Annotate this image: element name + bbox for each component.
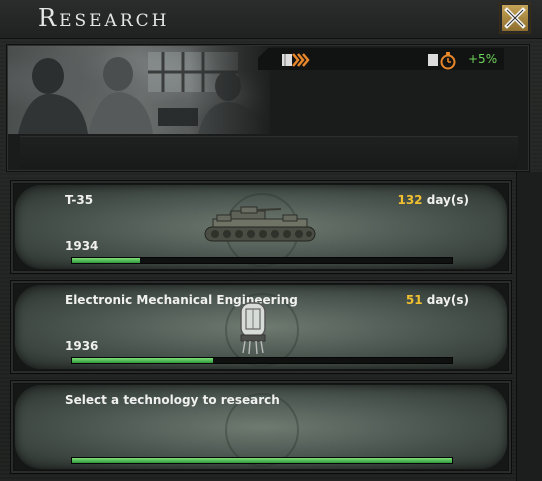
slot-days-number: 51 bbox=[405, 293, 423, 307]
slot-tech-year: 1936 bbox=[65, 339, 99, 353]
research-bonus-value: +5% bbox=[468, 52, 498, 66]
close-button[interactable] bbox=[499, 2, 531, 34]
slot-tech-name: T-35 bbox=[65, 193, 94, 207]
slot-days-remaining: 51 day(s) bbox=[406, 293, 469, 307]
slot-progress-bar bbox=[71, 257, 453, 264]
slot-progress-bar bbox=[71, 357, 453, 364]
slot-days-unit: day(s) bbox=[426, 193, 469, 207]
slot-progress-fill bbox=[72, 458, 452, 463]
slot-days-number: 132 bbox=[397, 193, 423, 207]
slot-empty-prompt: Select a technology to research bbox=[65, 393, 280, 407]
right-frame-edge bbox=[516, 172, 542, 481]
slot-days-unit: day(s) bbox=[426, 293, 469, 307]
heavy-tank-icon bbox=[201, 205, 319, 249]
vacuum-tube-icon bbox=[233, 297, 273, 361]
title-bar: Research bbox=[0, 0, 542, 39]
research-speed-arrows-icon bbox=[282, 52, 310, 72]
slot-tech-year: 1934 bbox=[65, 239, 99, 253]
research-bonus-clock-icon bbox=[428, 52, 458, 74]
window-title: Research bbox=[38, 4, 170, 32]
header-image bbox=[8, 46, 270, 134]
header-divider bbox=[20, 136, 518, 169]
slot-progress-bar bbox=[71, 457, 453, 464]
research-slot-1[interactable]: T-35 132 day(s) 1934 bbox=[10, 180, 512, 274]
research-slot-3[interactable]: Select a technology to research bbox=[10, 380, 512, 474]
close-x-icon bbox=[504, 7, 526, 29]
slot-progress-fill bbox=[72, 258, 141, 263]
research-panel: Research +5% T-35 132 day(s) 1934 Electr… bbox=[0, 0, 542, 481]
slot-progress-fill bbox=[72, 358, 213, 363]
research-slot-2[interactable]: Electronic Mechanical Engineering 51 day… bbox=[10, 280, 512, 374]
slot-days-remaining: 132 day(s) bbox=[397, 193, 469, 207]
